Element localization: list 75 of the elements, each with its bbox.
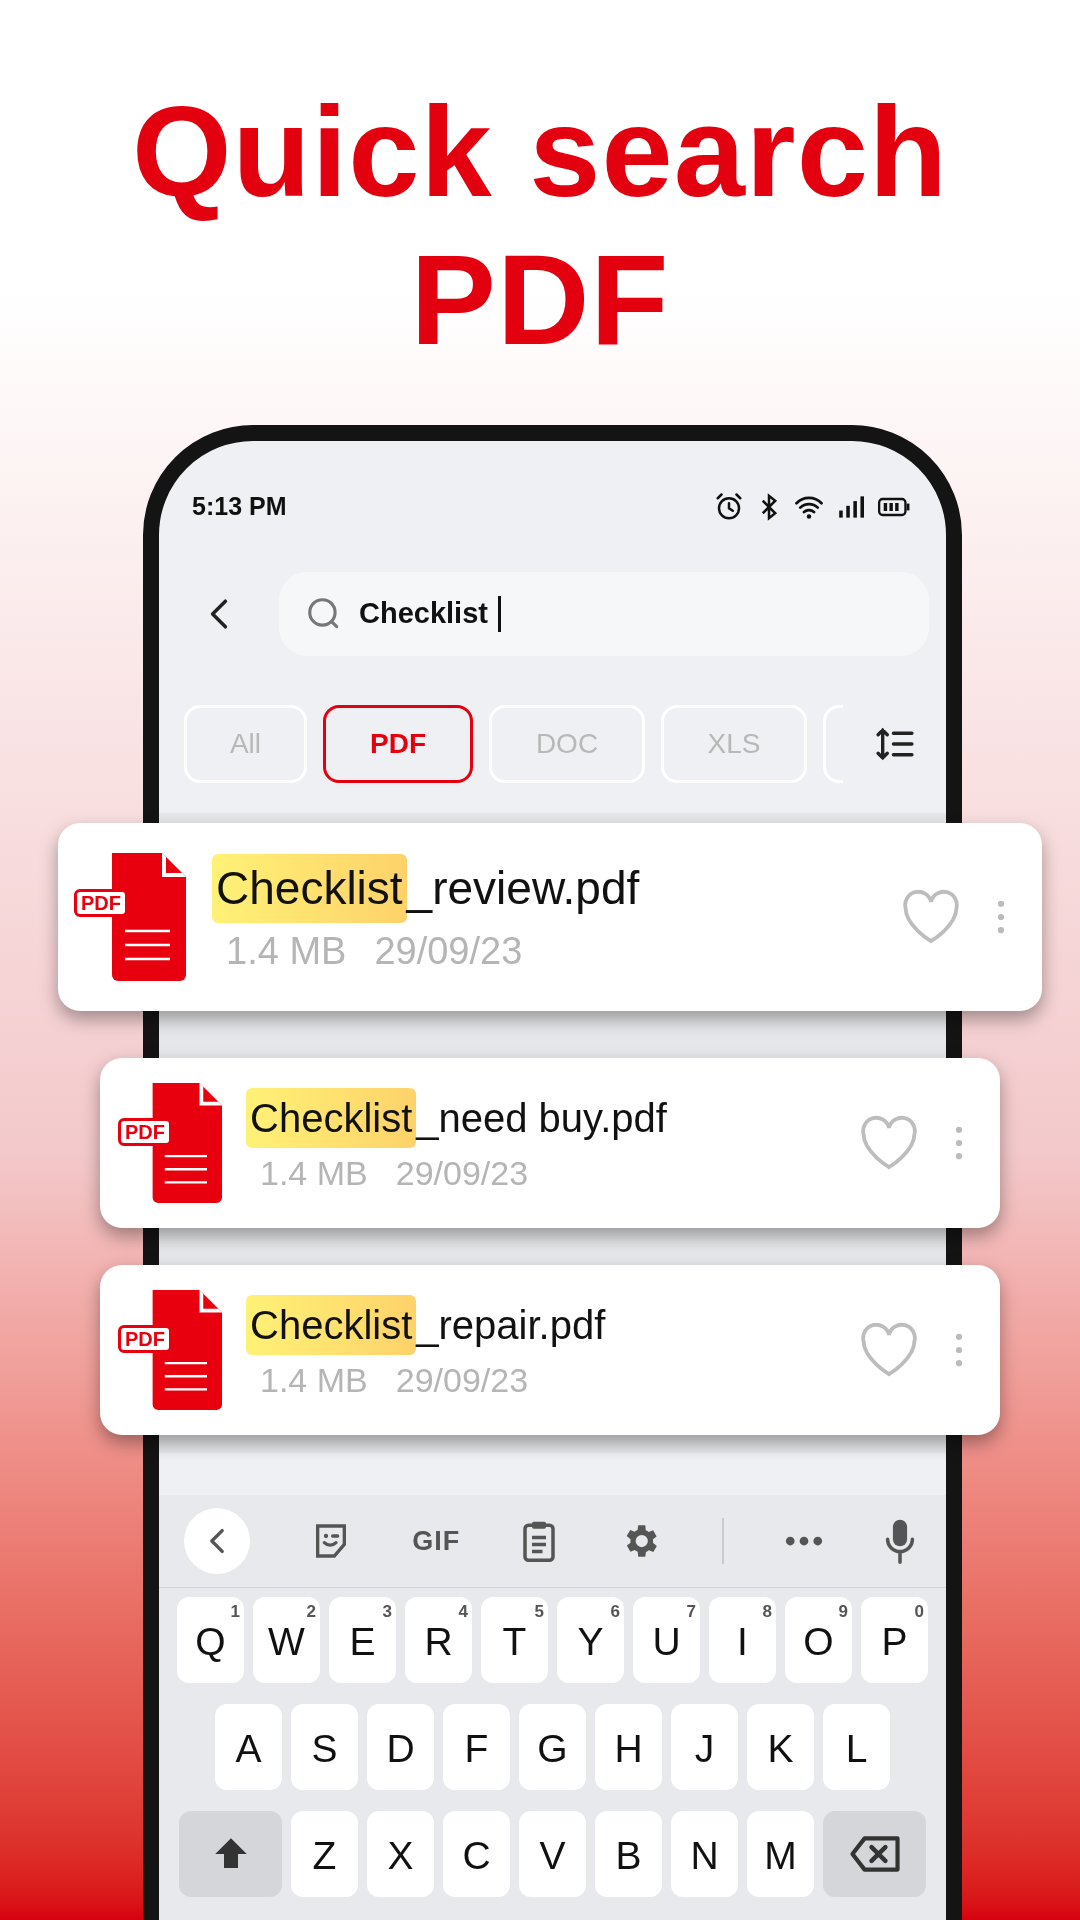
key-hint: 0 [914, 1603, 924, 1620]
file-type-badge: PDF [74, 889, 128, 917]
keyboard-key[interactable]: J [671, 1704, 738, 1790]
keyboard-key[interactable]: B [595, 1811, 662, 1897]
file-type-badge: PDF [118, 1325, 172, 1353]
key-hint: 6 [610, 1603, 620, 1620]
more-options-icon [955, 1125, 963, 1161]
keyboard-key[interactable]: G [519, 1704, 586, 1790]
status-time: 5:13 PM [192, 491, 287, 523]
keyboard-key[interactable]: N [671, 1811, 738, 1897]
keyboard-key[interactable]: W 2 [253, 1597, 320, 1683]
backspace-icon [848, 1834, 901, 1874]
keyboard-key[interactable]: A [215, 1704, 282, 1790]
heart-icon [900, 889, 962, 945]
keyboard-key[interactable]: F [443, 1704, 510, 1790]
search-match-highlight: Checklist [212, 854, 407, 923]
signal-icon [838, 495, 864, 519]
file-size: 1.4 MB [260, 1152, 368, 1194]
keyboard-key[interactable]: Y 6 [557, 1597, 624, 1683]
key-hint: 4 [458, 1603, 468, 1620]
keyboard-key[interactable]: H [595, 1704, 662, 1790]
wifi-icon [794, 494, 824, 520]
keyboard-key[interactable]: E 3 [329, 1597, 396, 1683]
keyboard-key[interactable]: M [747, 1811, 814, 1897]
keyboard-key[interactable]: D [367, 1704, 434, 1790]
file-type-badge: PDF [118, 1118, 172, 1146]
keyboard-key[interactable]: I 8 [709, 1597, 776, 1683]
text-cursor [498, 596, 501, 632]
backspace-key[interactable] [823, 1811, 926, 1897]
key-hint: 5 [534, 1603, 544, 1620]
sort-icon [875, 727, 915, 761]
key-hint: 1 [230, 1603, 240, 1620]
keyboard-key[interactable]: X [367, 1811, 434, 1897]
clipboard-icon [521, 1520, 558, 1562]
heart-icon [858, 1115, 920, 1171]
key-hint: 7 [686, 1603, 696, 1620]
microphone-icon [884, 1518, 916, 1564]
more-options-icon [997, 899, 1005, 935]
keyboard-key[interactable]: Q 1 [177, 1597, 244, 1683]
keyboard-key[interactable]: L [823, 1704, 890, 1790]
file-date: 29/09/23 [395, 1152, 529, 1194]
headline: PDF [410, 227, 670, 373]
file-name: _need buy.pdf [416, 1094, 667, 1142]
keyboard-key[interactable]: Z [291, 1811, 358, 1897]
key-hint: 2 [306, 1603, 316, 1620]
file-date: 29/09/23 [395, 1359, 529, 1401]
search-field[interactable]: Checklist [279, 572, 929, 656]
file-date: 29/09/23 [374, 929, 523, 974]
key-hint: 9 [838, 1603, 848, 1620]
file-size: 1.4 MB [260, 1359, 368, 1401]
battery-icon [878, 497, 910, 517]
keyboard-key[interactable]: C [443, 1811, 510, 1897]
gif-button[interactable]: GIF [412, 1520, 461, 1562]
keyboard-key[interactable]: V [519, 1811, 586, 1897]
file-card[interactable]: PDF Checklist_need buy.pdf 1.4 MB 29/09/23 [100, 1058, 1000, 1228]
keyboard-key[interactable]: R 4 [405, 1597, 472, 1683]
keyboard-key[interactable]: T 5 [481, 1597, 548, 1683]
heart-icon [858, 1322, 920, 1378]
keyboard-key[interactable]: U 7 [633, 1597, 700, 1683]
key-hint: 3 [382, 1603, 392, 1620]
keyboard-key[interactable]: P 0 [861, 1597, 928, 1683]
alarm-clock-icon [714, 492, 744, 522]
more-icon [784, 1536, 823, 1546]
keyboard-key[interactable]: K [747, 1704, 814, 1790]
more-options-icon [955, 1332, 963, 1368]
file-card[interactable]: PDF Checklist_repair.pdf 1.4 MB 29/09/23 [100, 1265, 1000, 1435]
headline: Quick search [132, 79, 948, 225]
file-size: 1.4 MB [226, 929, 347, 974]
filter-tab[interactable]: PDF [323, 705, 473, 783]
key-hint: 8 [762, 1603, 772, 1620]
keyboard-key[interactable]: O 9 [785, 1597, 852, 1683]
keyboard-key[interactable]: S [291, 1704, 358, 1790]
file-name: _repair.pdf [416, 1301, 606, 1349]
shift-key[interactable] [179, 1811, 282, 1897]
search-text: Checklist [359, 596, 489, 632]
